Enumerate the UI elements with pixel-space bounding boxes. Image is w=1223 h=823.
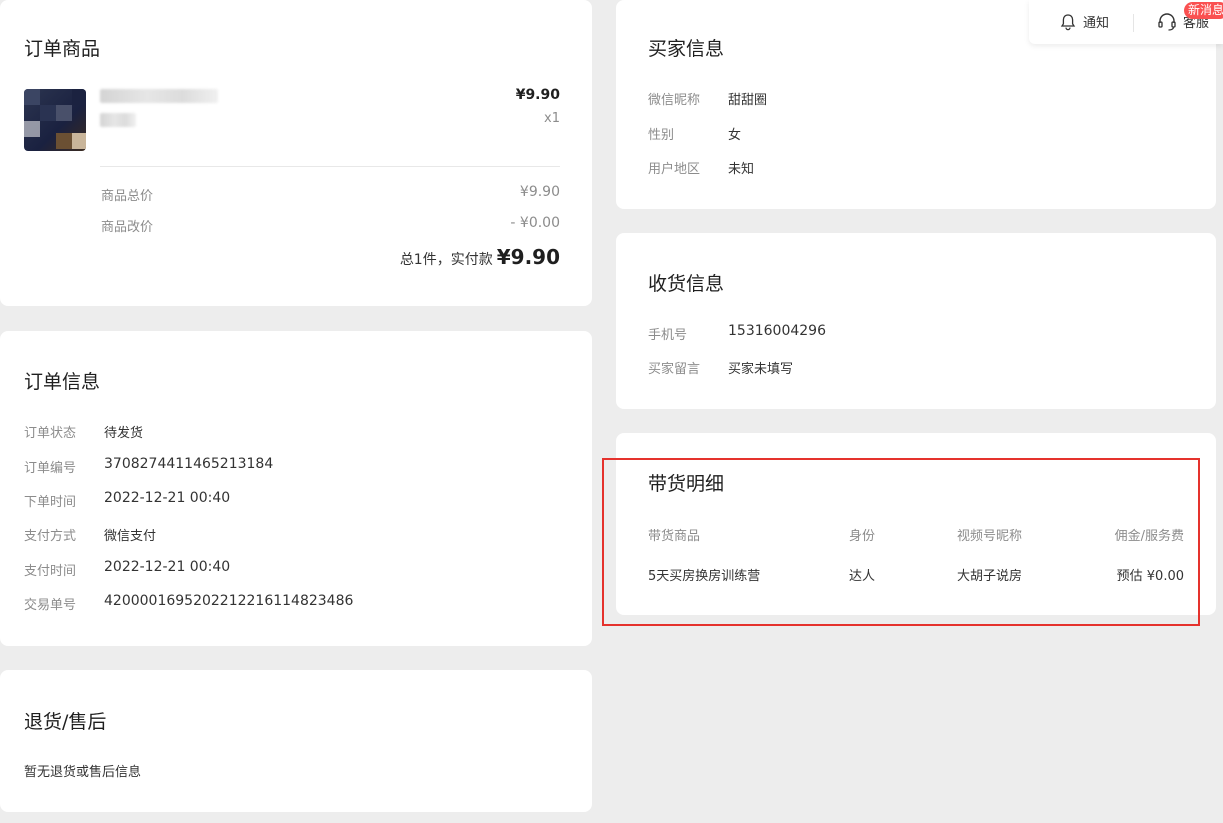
highlight-box bbox=[602, 458, 1200, 626]
headset-icon bbox=[1158, 12, 1176, 31]
after-sales-title: 退货/售后 bbox=[24, 711, 107, 733]
goods-adjust-value: - ¥0.00 bbox=[510, 215, 560, 231]
phone-value: 15316004296 bbox=[728, 323, 826, 339]
after-sales-card: 退货/售后 暂无退货或售后信息 bbox=[0, 670, 592, 812]
goods-divider bbox=[100, 166, 560, 167]
phone-label: 手机号 bbox=[648, 328, 688, 343]
user-region-label: 用户地区 bbox=[648, 162, 701, 177]
product-quantity: x1 bbox=[544, 111, 560, 126]
payment-time-label: 支付时间 bbox=[24, 564, 77, 579]
order-goods-card: 订单商品 ¥9.90 x1 商品总价 ¥9.90 商品改价 - ¥0.00 总1… bbox=[0, 0, 592, 306]
payment-method-value: 微信支付 bbox=[104, 529, 157, 544]
product-name-blurred[interactable] bbox=[100, 89, 218, 103]
order-number-label: 订单编号 bbox=[24, 461, 77, 476]
summary-prefix: 总1件，实付款 bbox=[399, 252, 493, 268]
transaction-number-label: 交易单号 bbox=[24, 598, 77, 613]
buyer-message-value: 买家未填写 bbox=[728, 362, 794, 377]
transaction-number-value: 4200001695202212216114823486 bbox=[104, 593, 354, 609]
goods-adjust-label: 商品改价 bbox=[101, 220, 154, 235]
payment-method-label: 支付方式 bbox=[24, 529, 77, 544]
shipping-info-title: 收货信息 bbox=[648, 273, 725, 295]
goods-total-label: 商品总价 bbox=[101, 189, 154, 204]
after-sales-text: 暂无退货或售后信息 bbox=[24, 765, 142, 780]
order-goods-title: 订单商品 bbox=[24, 38, 101, 60]
new-message-badge: 新消息 bbox=[1184, 2, 1223, 19]
product-thumbnail[interactable] bbox=[24, 89, 86, 151]
order-status-value: 待发货 bbox=[104, 426, 144, 441]
toolbar-separator bbox=[1133, 14, 1134, 32]
summary-amount: ¥9.90 bbox=[496, 245, 560, 269]
gender-label: 性别 bbox=[648, 128, 675, 143]
user-region-value: 未知 bbox=[728, 162, 755, 177]
order-info-title: 订单信息 bbox=[24, 371, 101, 393]
shipping-info-card: 收货信息 手机号 15316004296 买家留言 买家未填写 bbox=[616, 233, 1216, 409]
order-info-card: 订单信息 订单状态 待发货 订单编号 3708274411465213184 下… bbox=[0, 331, 592, 646]
gender-value: 女 bbox=[728, 128, 742, 143]
notify-button[interactable]: 通知 bbox=[1059, 12, 1109, 31]
bell-icon bbox=[1060, 13, 1076, 30]
wechat-nickname-value: 甜甜圈 bbox=[728, 93, 768, 108]
order-status-label: 订单状态 bbox=[24, 426, 77, 441]
order-number-value: 3708274411465213184 bbox=[104, 456, 274, 472]
order-time-label: 下单时间 bbox=[24, 495, 77, 510]
payment-time-value: 2022-12-21 00:40 bbox=[104, 559, 231, 575]
goods-total-value: ¥9.90 bbox=[519, 184, 560, 200]
buyer-message-label: 买家留言 bbox=[648, 362, 701, 377]
product-price: ¥9.90 bbox=[515, 87, 560, 103]
wechat-nickname-label: 微信昵称 bbox=[648, 93, 701, 108]
order-time-value: 2022-12-21 00:40 bbox=[104, 490, 231, 506]
notify-label: 通知 bbox=[1083, 16, 1110, 31]
order-summary: 总1件，实付款 ¥9.90 bbox=[300, 245, 560, 269]
top-toolbar: 通知 客服 新消息 bbox=[1029, 0, 1223, 44]
buyer-info-title: 买家信息 bbox=[648, 38, 725, 60]
product-spec-blurred bbox=[100, 113, 136, 127]
